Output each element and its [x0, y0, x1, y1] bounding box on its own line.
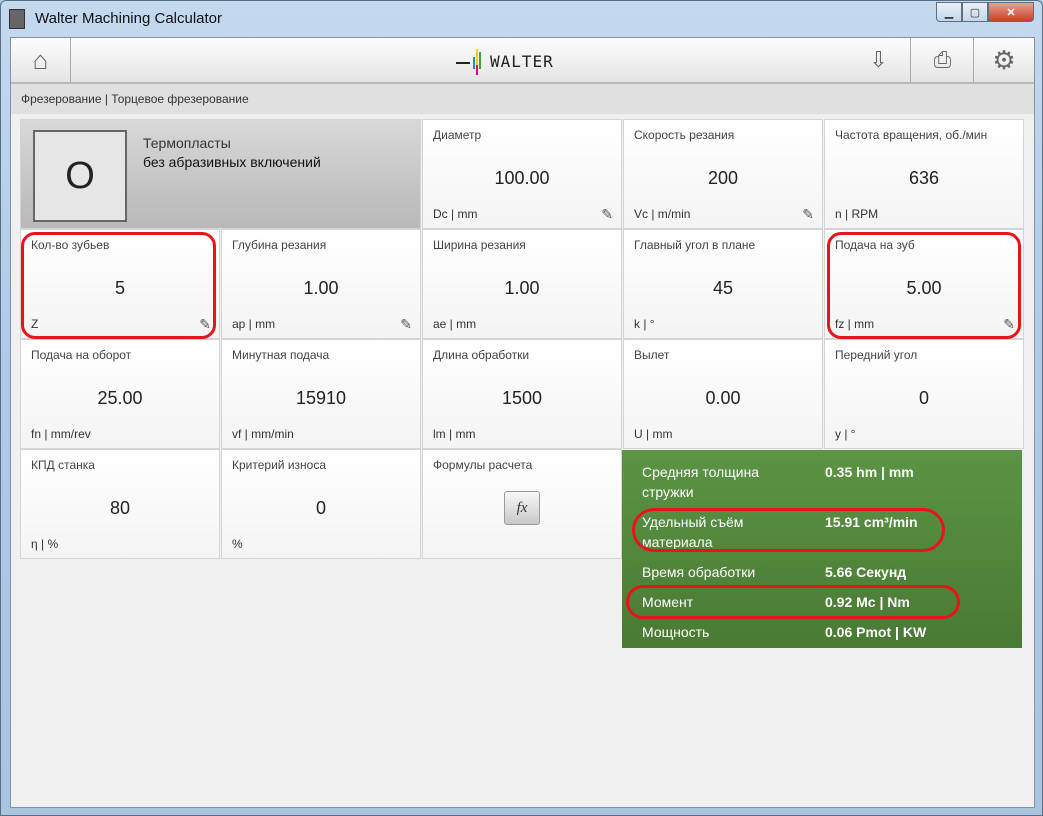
window-title: Walter Machining Calculator: [35, 10, 223, 27]
param-cell[interactable]: Длина обработки 1500 lm | mm: [422, 339, 622, 449]
material-name: Термопласты: [143, 135, 231, 151]
material-cell[interactable]: O Термопласты без абразивных включений: [20, 119, 421, 229]
maximize-button[interactable]: ▢: [962, 2, 988, 22]
home-button[interactable]: ⌂: [11, 38, 71, 82]
file-download-icon: ⇩: [869, 47, 888, 72]
param-cell[interactable]: Передний угол 0 y | °: [824, 339, 1024, 449]
param-label: Глубина резания: [232, 238, 327, 252]
param-unit: k | °: [634, 317, 655, 331]
result-label: Мощность: [642, 624, 710, 640]
param-unit: η | %: [31, 537, 59, 551]
minimize-button[interactable]: ▁: [936, 2, 962, 22]
calculator-icon: [9, 9, 25, 29]
param-cell[interactable]: КПД станка 80 η | %: [20, 449, 220, 559]
result-label: Время обработки: [642, 564, 756, 580]
param-unit: U | mm: [634, 427, 673, 441]
param-label: Передний угол: [835, 348, 918, 362]
param-value: 200: [707, 168, 739, 188]
param-label: Частота вращения, об./мин: [835, 128, 988, 142]
param-value: 80: [109, 498, 131, 518]
param-unit: lm | mm: [433, 427, 476, 441]
toolbar: ⌂ WALTER ⇩ ⎙ ⚙: [11, 38, 1034, 84]
param-unit: %: [232, 537, 243, 551]
close-button[interactable]: ✕: [988, 2, 1034, 22]
param-unit: Dc | mm: [433, 207, 478, 221]
param-value: 0: [918, 388, 929, 408]
title-bar: Walter Machining Calculator ▁ ▢ ✕: [1, 1, 1042, 37]
param-cell[interactable]: Диаметр 100.00 Dc | mm ✎: [422, 119, 622, 229]
highlight-removal-rate: [632, 508, 945, 552]
highlight-feed-per-tooth: [827, 232, 1021, 339]
param-value: 636: [908, 168, 940, 188]
result-label: Средняя толщина стружки: [642, 464, 760, 500]
param-label: Минутная подача: [232, 348, 330, 362]
walter-logo: WALTER: [456, 47, 554, 75]
param-value: 1.00: [504, 278, 540, 298]
param-cell[interactable]: Ширина резания 1.00 ae | mm: [422, 229, 622, 339]
param-unit: fn | mm/rev: [31, 427, 91, 441]
result-value: 0.06 Pmot | KW: [825, 624, 927, 640]
param-label: Длина обработки: [433, 348, 530, 362]
param-label: Диаметр: [433, 128, 482, 142]
param-label: Главный угол в плане: [634, 238, 756, 252]
param-unit: Vc | m/min: [634, 207, 691, 221]
param-cell[interactable]: Минутная подача 15910 vf | mm/min: [221, 339, 421, 449]
param-cell[interactable]: Главный угол в плане 45 k | °: [623, 229, 823, 339]
gear-icon: ⚙: [992, 44, 1016, 75]
material-description: без абразивных включений: [143, 154, 321, 170]
param-value: 0: [315, 498, 326, 518]
app-window: Walter Machining Calculator ▁ ▢ ✕ ⌂ WALT…: [0, 0, 1043, 816]
param-unit: n | RPM: [835, 207, 879, 221]
highlight-torque: [626, 585, 960, 619]
param-label: Подача на оборот: [31, 348, 132, 362]
pencil-icon[interactable]: ✎: [601, 206, 613, 223]
settings-button[interactable]: ⚙: [974, 38, 1034, 82]
param-value: 0.00: [705, 388, 741, 408]
result-value: 5.66 Секунд: [825, 564, 907, 580]
param-value: 1.00: [303, 278, 339, 298]
param-unit: ap | mm: [232, 317, 276, 331]
result-value: 0.35 hm | mm: [825, 464, 914, 480]
param-value: 1500: [501, 388, 543, 408]
home-icon: ⌂: [32, 44, 49, 75]
breadcrumb: Фрезерование | Торцевое фрезерование: [11, 84, 1034, 114]
param-label: Ширина резания: [433, 238, 526, 252]
param-label: Критерий износа: [232, 458, 326, 472]
param-unit: vf | mm/min: [232, 427, 294, 441]
param-value: 15910: [295, 388, 347, 408]
material-code: O: [33, 130, 127, 222]
param-cell[interactable]: Скорость резания 200 Vc | m/min ✎: [623, 119, 823, 229]
param-label: Вылет: [634, 348, 670, 362]
param-value: 25.00: [97, 388, 143, 408]
param-cell[interactable]: Вылет 0.00 U | mm: [623, 339, 823, 449]
printer-icon: ⎙: [933, 47, 952, 72]
param-value: 100.00: [494, 168, 550, 188]
param-unit: ae | mm: [433, 317, 477, 331]
formulas-label: Формулы расчета: [433, 458, 533, 472]
formulas-button[interactable]: fx: [504, 491, 540, 525]
formulas-cell: Формулы расчета fx: [422, 449, 622, 559]
param-unit: y | °: [835, 427, 856, 441]
pencil-icon[interactable]: ✎: [802, 206, 814, 223]
logo-mark-icon: [456, 49, 481, 75]
export-button[interactable]: ⇩: [847, 38, 911, 82]
param-value: 45: [712, 278, 734, 298]
print-button[interactable]: ⎙: [912, 38, 974, 82]
param-cell[interactable]: Критерий износа 0%: [221, 449, 421, 559]
param-label: КПД станка: [31, 458, 95, 472]
pencil-icon[interactable]: ✎: [400, 316, 412, 333]
highlight-teeth: [21, 232, 216, 339]
param-cell[interactable]: Частота вращения, об./мин 636 n | RPM: [824, 119, 1024, 229]
param-label: Скорость резания: [634, 128, 735, 142]
param-cell[interactable]: Глубина резания 1.00 ap | mm ✎: [221, 229, 421, 339]
param-cell[interactable]: Подача на оборот 25.00 fn | mm/rev: [20, 339, 220, 449]
